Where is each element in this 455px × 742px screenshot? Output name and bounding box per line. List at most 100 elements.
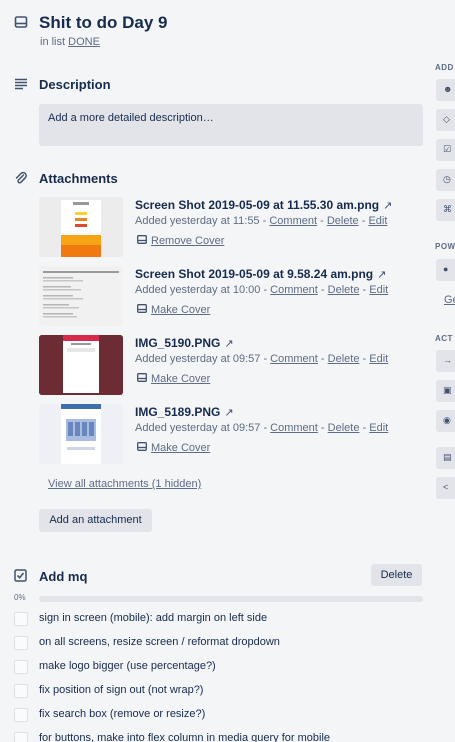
cover-toggle[interactable]: Make Cover (137, 373, 210, 385)
checklist-checkbox[interactable] (14, 660, 28, 674)
person-icon: ☻ (443, 84, 453, 94)
external-link-icon[interactable]: ↗ (224, 338, 233, 350)
eye-icon: ◉ (443, 415, 451, 425)
comment-link[interactable]: Comment (270, 422, 318, 434)
attachment-added: Added yesterday at 10:00 (135, 284, 261, 296)
copy-button[interactable]: ▣ (436, 380, 455, 402)
delete-link[interactable]: Delete (328, 353, 360, 365)
arrow-right-icon: → (443, 355, 452, 365)
checklist-button[interactable]: ☑ (436, 139, 455, 161)
github-button[interactable]: ● (436, 259, 455, 281)
attachment-name[interactable]: Screen Shot 2019-05-09 at 9.58.24 am.png… (135, 267, 386, 281)
comment-link[interactable]: Comment (270, 353, 318, 365)
delete-link[interactable]: Delete (328, 422, 360, 434)
in-list-prefix: in list (40, 36, 66, 48)
card-list-info: in list DONE (40, 36, 100, 48)
external-link-icon[interactable]: ↗ (377, 269, 386, 281)
checklist-item-label[interactable]: make logo bigger (use percentage?) (39, 660, 216, 672)
checkbox-icon: ☑ (443, 144, 452, 154)
separator: - (362, 422, 367, 434)
watch-button[interactable]: ◉ (436, 410, 455, 432)
description-heading: Description (39, 77, 111, 92)
card-icon: ▣ (443, 385, 452, 395)
checklist-item[interactable]: sign in screen (mobile): add margin on l… (14, 610, 434, 630)
attachment-item: IMG_5190.PNG ↗ Added yesterday at 09:57 -… (39, 335, 423, 395)
attachment-meta: Added yesterday at 09:57 - Comment - Del… (135, 422, 388, 434)
checklist-checkbox[interactable] (14, 732, 28, 742)
edit-link[interactable]: Edit (368, 215, 387, 227)
checklist-title[interactable]: Add mq (39, 569, 87, 584)
attachment-thumbnail[interactable] (39, 266, 123, 326)
make-cover-link[interactable]: Make Cover (151, 304, 210, 316)
attachment-button[interactable]: ⌘ (436, 199, 455, 221)
delete-link[interactable]: Delete (328, 284, 360, 296)
checklist-checkbox[interactable] (14, 708, 28, 722)
attachment-added: Added yesterday at 11:55 (135, 215, 260, 227)
archive-button[interactable]: ▤ (436, 447, 455, 469)
checklist-checkbox[interactable] (14, 684, 28, 698)
cover-toggle[interactable]: Make Cover (137, 442, 210, 454)
checklist-checkbox[interactable] (14, 612, 28, 626)
edit-link[interactable]: Edit (369, 284, 388, 296)
checklist-icon (14, 569, 27, 585)
attachment-thumbnail[interactable] (39, 335, 123, 395)
external-link-icon[interactable]: ↗ (383, 200, 392, 212)
due-date-button[interactable]: ◷ (436, 169, 455, 191)
checklist-progress-bar (39, 596, 423, 602)
checklist-checkbox[interactable] (14, 636, 28, 650)
cover-toggle[interactable]: Make Cover (137, 304, 210, 316)
make-cover-link[interactable]: Make Cover (151, 373, 210, 385)
edit-link[interactable]: Edit (369, 353, 388, 365)
attachment-thumbnail[interactable] (39, 404, 123, 464)
get-power-ups-link[interactable]: Ge (444, 294, 455, 306)
card-title[interactable]: Shit to do Day 9 (39, 13, 167, 33)
add-attachment-button[interactable]: Add an attachment (39, 509, 152, 532)
external-link-icon[interactable]: ↗ (224, 407, 233, 419)
separator: - (320, 422, 325, 434)
move-button[interactable]: → (436, 350, 455, 372)
checklist-item-label[interactable]: sign in screen (mobile): add margin on l… (39, 612, 267, 624)
attachment-name[interactable]: Screen Shot 2019-05-09 at 11.55.30 am.pn… (135, 198, 392, 212)
remove-cover-link[interactable]: Remove Cover (151, 235, 224, 247)
cover-toggle[interactable]: Remove Cover (137, 235, 224, 247)
separator: - (263, 422, 268, 434)
attachment-item: Screen Shot 2019-05-09 at 9.58.24 am.png… (39, 266, 423, 326)
checklist-progress-label: 0% (14, 593, 26, 602)
comment-link[interactable]: Comment (270, 284, 318, 296)
checklist-item[interactable]: on all screens, resize screen / reformat… (14, 634, 434, 654)
checklist-item-label[interactable]: fix search box (remove or resize?) (39, 708, 205, 720)
attachment-meta: Added yesterday at 10:00 - Comment - Del… (135, 284, 388, 296)
members-button[interactable]: ☻ (436, 79, 455, 101)
make-cover-link[interactable]: Make Cover (151, 442, 210, 454)
separator: - (320, 215, 324, 227)
view-all-attachments-link[interactable]: View all attachments (1 hidden) (48, 478, 201, 490)
description-input[interactable]: Add a more detailed description… (39, 104, 423, 146)
checklist-item[interactable]: for buttons, make into flex column in me… (14, 730, 434, 742)
paperclip-icon (14, 171, 28, 188)
attachment-name[interactable]: IMG_5190.PNG ↗ (135, 336, 234, 350)
checklist-item[interactable]: fix search box (remove or resize?) (14, 706, 434, 726)
attachment-meta: Added yesterday at 11:55 - Comment - Del… (135, 215, 387, 227)
labels-button[interactable]: ◇ (436, 109, 455, 131)
description-icon (14, 77, 28, 93)
list-link[interactable]: DONE (68, 36, 100, 48)
attachment-thumbnail[interactable] (39, 197, 123, 257)
separator: - (361, 215, 366, 227)
checklist-item-label[interactable]: fix position of sign out (not wrap?) (39, 684, 203, 696)
separator: - (320, 284, 325, 296)
checklist-item-label[interactable]: for buttons, make into flex column in me… (39, 732, 330, 742)
share-button[interactable]: < (436, 477, 455, 499)
paperclip-icon: ⌘ (443, 204, 452, 214)
sidebar-actions-heading: ACT (435, 334, 453, 343)
delete-link[interactable]: Delete (327, 215, 359, 227)
card-cover-icon (137, 373, 147, 385)
checklist-item[interactable]: fix position of sign out (not wrap?) (14, 682, 434, 702)
checklist-item[interactable]: make logo bigger (use percentage?) (14, 658, 434, 678)
attachment-added: Added yesterday at 09:57 (135, 422, 261, 434)
checklist-item-label[interactable]: on all screens, resize screen / reformat… (39, 636, 280, 648)
comment-link[interactable]: Comment (269, 215, 317, 227)
attachment-item: IMG_5189.PNG ↗ Added yesterday at 09:57 -… (39, 404, 423, 464)
attachment-name[interactable]: IMG_5189.PNG ↗ (135, 405, 234, 419)
delete-checklist-button[interactable]: Delete (371, 564, 422, 586)
edit-link[interactable]: Edit (369, 422, 388, 434)
